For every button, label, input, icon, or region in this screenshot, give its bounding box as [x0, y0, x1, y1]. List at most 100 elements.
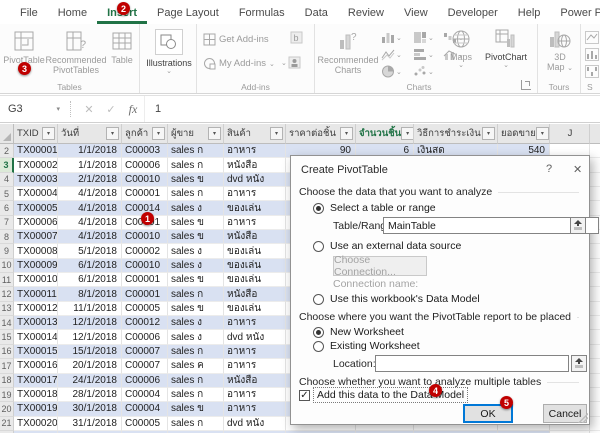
cell-seller[interactable]: sales ก — [168, 345, 224, 359]
radio-external-data-source[interactable]: Use an external data source — [313, 240, 461, 252]
recommended-pivottables-button[interactable]: ? Recommended PivotTables — [47, 30, 105, 76]
cell-seller[interactable]: sales ง — [168, 244, 224, 258]
tab-developer[interactable]: Developer — [438, 2, 508, 24]
cell-seller[interactable]: sales ข — [168, 273, 224, 287]
tab-file[interactable]: File — [10, 2, 48, 24]
cell-txid[interactable]: TX00013 — [14, 316, 58, 330]
cell-seller[interactable]: sales ก — [168, 158, 224, 172]
cell-txid[interactable]: TX00007 — [14, 230, 58, 244]
cell-date[interactable]: 24/1/2018 — [58, 374, 122, 388]
cell-customer[interactable]: C00006 — [122, 158, 168, 172]
treemap-chart-button[interactable]: ⌄ — [413, 31, 434, 44]
close-icon[interactable]: ✕ — [573, 163, 582, 176]
cell-customer[interactable]: C00012 — [122, 316, 168, 330]
radio-select-table-or-range[interactable]: Select a table or range — [313, 202, 436, 214]
my-addins-button[interactable]: My Add-ins ⌄ — [203, 57, 275, 70]
cell-seller[interactable]: sales ค — [168, 359, 224, 373]
cell-txid[interactable]: TX00006 — [14, 216, 58, 230]
row-number[interactable]: 20 — [0, 402, 14, 416]
column-header-customer[interactable]: ลูกค้า▾ — [122, 124, 168, 144]
column-header-date[interactable]: วันที่▾ — [58, 124, 122, 144]
table-range-input[interactable]: MainTable — [383, 217, 599, 234]
cell-product[interactable]: อาหาร — [224, 388, 286, 402]
row-number[interactable]: 8 — [0, 230, 14, 244]
cell-date[interactable]: 1/1/2018 — [58, 144, 122, 158]
filter-dropdown-icon[interactable]: ▾ — [340, 127, 353, 140]
cell-txid[interactable]: TX00014 — [14, 330, 58, 344]
cell-product[interactable]: อาหาร — [224, 402, 286, 416]
cell-seller[interactable]: sales ข — [168, 173, 224, 187]
cell-product[interactable]: dvd หนัง — [224, 330, 286, 344]
cell-txid[interactable]: TX00020 — [14, 417, 58, 431]
cell-txid[interactable]: TX00002 — [14, 158, 58, 172]
cell-product[interactable]: หนังสือ — [224, 158, 286, 172]
cell-seller[interactable]: sales ข — [168, 302, 224, 316]
range-selector-button[interactable] — [571, 355, 587, 372]
cell-txid[interactable]: TX00015 — [14, 345, 58, 359]
row-number[interactable]: 17 — [0, 359, 14, 373]
cell-customer[interactable]: C00005 — [122, 302, 168, 316]
row-number[interactable]: 5 — [0, 187, 14, 201]
cell-date[interactable]: 2/1/2018 — [58, 173, 122, 187]
cell-date[interactable]: 5/1/2018 — [58, 244, 122, 258]
column-header-qty[interactable]: จำนวนชิ้น▾ — [356, 124, 414, 144]
row-number[interactable]: 11 — [0, 273, 14, 287]
name-box[interactable]: G3 ▾ — [0, 96, 64, 122]
filter-dropdown-icon[interactable]: ▾ — [536, 127, 549, 140]
cell-customer[interactable]: C00001 — [122, 287, 168, 301]
dialog-resize-grip[interactable] — [578, 413, 588, 423]
cell-product[interactable]: หนังสือ — [224, 374, 286, 388]
cell-product[interactable]: หนังสือ — [224, 230, 286, 244]
cell-txid[interactable]: TX00008 — [14, 244, 58, 258]
cell-customer[interactable]: C00010 — [122, 259, 168, 273]
cell-customer[interactable]: C00007 — [122, 359, 168, 373]
winloss-sparkline-button[interactable] — [585, 65, 599, 78]
cell-seller[interactable]: sales ง — [168, 316, 224, 330]
cell-product[interactable]: ของเล่น — [224, 273, 286, 287]
cell-customer[interactable]: C00003 — [122, 144, 168, 158]
column-chart-button[interactable]: ⌄ — [381, 31, 402, 44]
cell-date[interactable]: 1/1/2018 — [58, 158, 122, 172]
cell-date[interactable]: 11/1/2018 — [58, 302, 122, 316]
cell-customer[interactable]: C00010 — [122, 230, 168, 244]
row-number[interactable]: 13 — [0, 302, 14, 316]
column-header-txid[interactable]: TXID▾ — [14, 124, 58, 144]
cell-date[interactable]: 12/1/2018 — [58, 316, 122, 330]
tab-power-pivot[interactable]: Power Pivot — [550, 2, 600, 24]
cell-product[interactable]: อาหาร — [224, 187, 286, 201]
illustrations-button[interactable]: Illustrations ⌄ — [148, 29, 190, 76]
tab-home[interactable]: Home — [48, 2, 97, 24]
cell-product[interactable]: อาหาร — [224, 144, 286, 158]
filter-dropdown-icon[interactable]: ▾ — [152, 127, 165, 140]
cell-seller[interactable]: sales ก — [168, 388, 224, 402]
cell-product[interactable]: อาหาร — [224, 359, 286, 373]
cell-txid[interactable]: TX00004 — [14, 187, 58, 201]
cell-customer[interactable]: C00006 — [122, 374, 168, 388]
cell-seller[interactable]: sales ข — [168, 216, 224, 230]
filter-dropdown-icon[interactable]: ▾ — [208, 127, 221, 140]
cell-txid[interactable]: TX00019 — [14, 402, 58, 416]
choose-connection-button[interactable]: Choose Connection... — [333, 256, 427, 276]
scatter-chart-button[interactable]: ⌄ — [413, 65, 434, 78]
cell-txid[interactable]: TX00011 — [14, 287, 58, 301]
tab-page-layout[interactable]: Page Layout — [147, 2, 229, 24]
cell-customer[interactable]: C00001 — [122, 273, 168, 287]
cell-seller[interactable]: sales ก — [168, 187, 224, 201]
cell-product[interactable]: ของเล่น — [224, 201, 286, 215]
3d-map-button[interactable]: 3D Map ⌄ — [542, 29, 578, 73]
row-number[interactable]: 2 — [0, 144, 14, 158]
radio-existing-worksheet[interactable]: Existing Worksheet — [313, 340, 420, 352]
tab-formulas[interactable]: Formulas — [229, 2, 295, 24]
cell-product[interactable]: ของเล่น — [224, 302, 286, 316]
cell-customer[interactable]: C00004 — [122, 402, 168, 416]
bar-chart-button[interactable]: ⌄ — [413, 48, 434, 61]
cell-date[interactable]: 4/1/2018 — [58, 187, 122, 201]
cell-txid[interactable]: TX00010 — [14, 273, 58, 287]
tab-review[interactable]: Review — [338, 2, 394, 24]
name-box-dropdown-icon[interactable]: ▾ — [56, 105, 60, 113]
cell-product[interactable]: อาหาร — [224, 316, 286, 330]
cell-customer[interactable]: C00004 — [122, 388, 168, 402]
row-number[interactable]: 18 — [0, 374, 14, 388]
filter-dropdown-icon[interactable]: ▾ — [42, 127, 55, 140]
range-selector-button[interactable] — [570, 217, 586, 234]
